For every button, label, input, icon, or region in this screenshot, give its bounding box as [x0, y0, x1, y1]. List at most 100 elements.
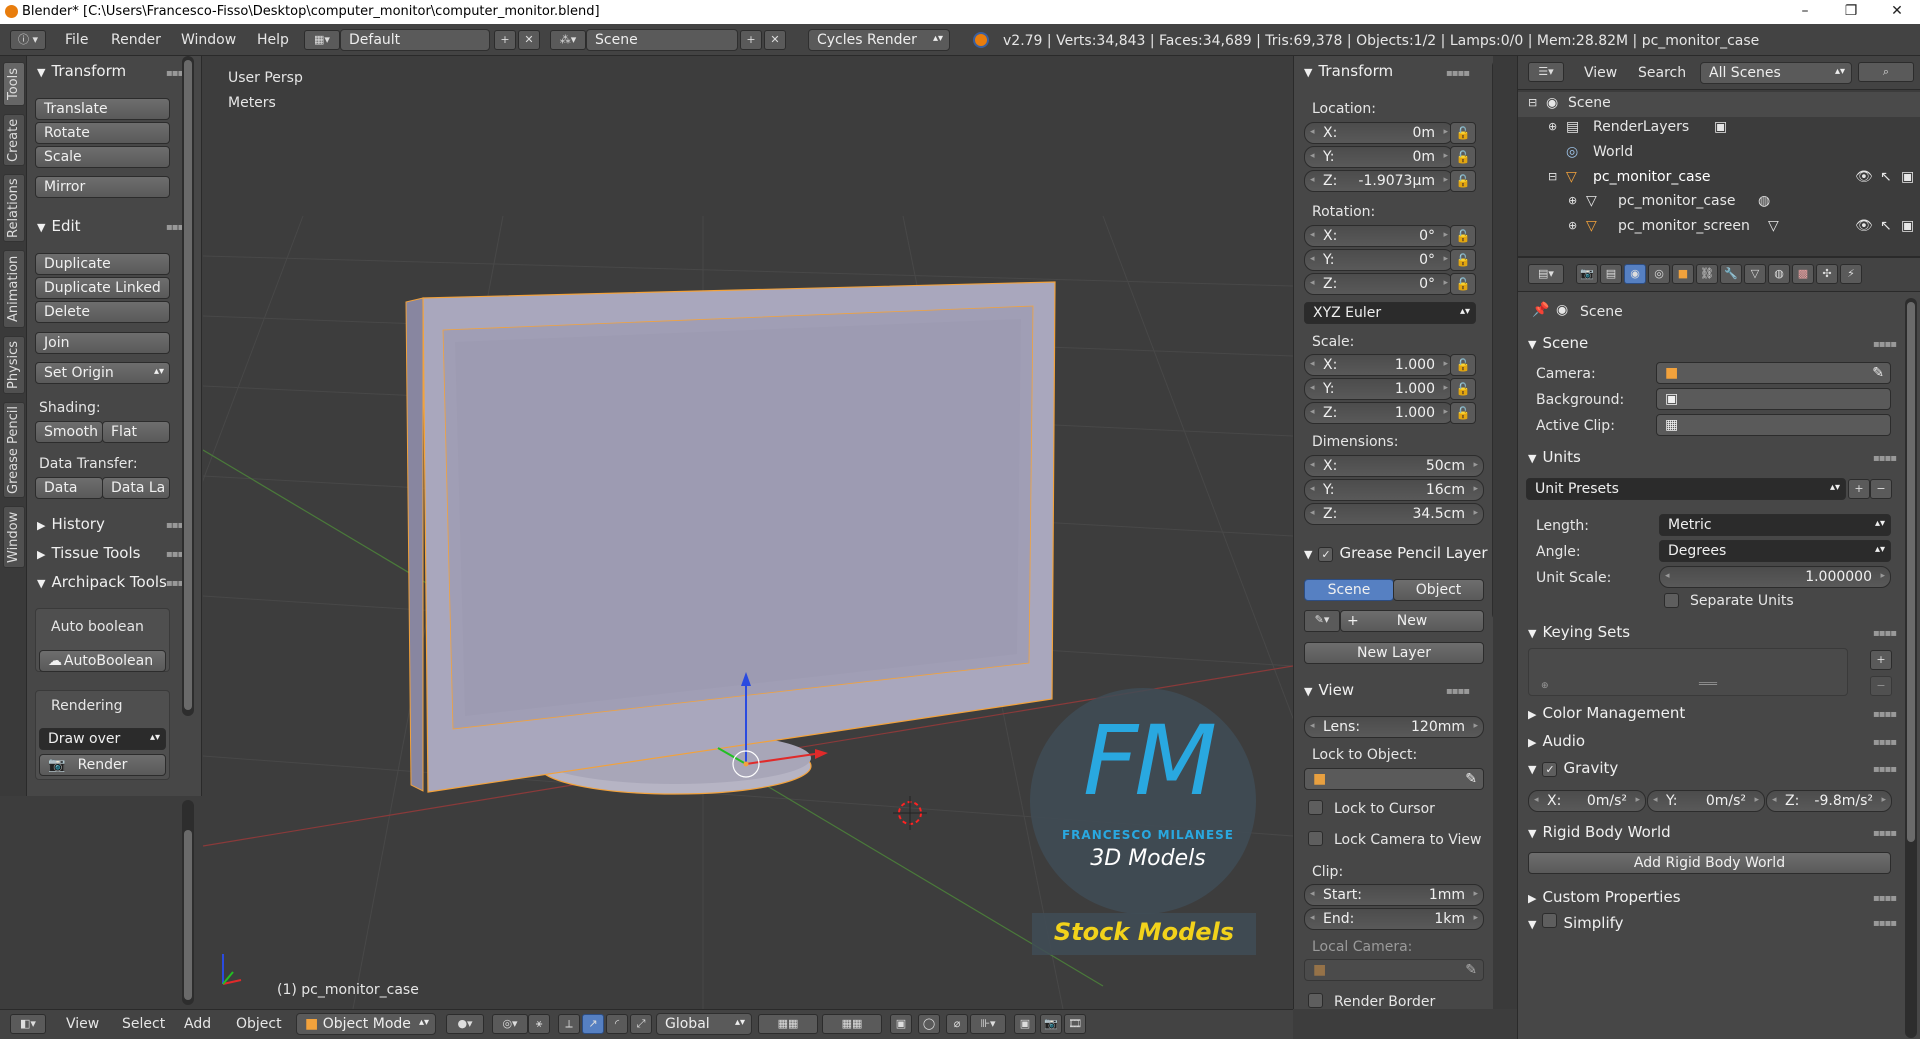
- panel-header-gravity[interactable]: ▼ ✓ Gravity: [1528, 759, 1618, 777]
- lock-scale-z-icon[interactable]: 🔓: [1450, 402, 1476, 424]
- rotate-button[interactable]: Rotate: [35, 122, 170, 144]
- lens-field[interactable]: ◂ Lens: 120mm ▸: [1304, 716, 1484, 738]
- location-z-field[interactable]: ◂ Z: -1.9073µm ▸: [1304, 170, 1454, 192]
- outliner-menu-view[interactable]: View: [1584, 65, 1617, 81]
- scale-button[interactable]: Scale: [35, 146, 170, 168]
- lock-rotation-y-icon[interactable]: 🔓: [1450, 249, 1476, 271]
- tab-animation[interactable]: Animation: [3, 250, 25, 328]
- set-origin-dropdown[interactable]: Set Origin ▴▾: [35, 362, 170, 384]
- unit-presets-dropdown[interactable]: Unit Presets ▴▾: [1526, 478, 1846, 500]
- add-layout-icon[interactable]: +: [494, 30, 516, 50]
- search-icon[interactable]: ⌕: [1858, 62, 1914, 82]
- angle-dropdown[interactable]: Degrees ▴▾: [1659, 540, 1891, 562]
- lock-location-z-icon[interactable]: 🔓: [1450, 170, 1476, 192]
- translate-manipulator-icon[interactable]: ⟂: [558, 1014, 580, 1034]
- menu-object[interactable]: Object: [236, 1016, 282, 1032]
- simplify-checkbox[interactable]: [1542, 913, 1558, 928]
- gravity-checkbox[interactable]: ✓: [1542, 762, 1558, 777]
- menu-help[interactable]: Help: [257, 32, 289, 48]
- outliner-row-pc-monitor-screen[interactable]: ⊕ ▽ pc_monitor_screen ▽ 👁 ↖ ▣: [1518, 215, 1920, 240]
- scene-dropdown[interactable]: Scene: [586, 29, 738, 51]
- scene-tab-icon[interactable]: ◉: [1624, 264, 1646, 284]
- tab-create[interactable]: Create: [3, 114, 25, 166]
- 3d-viewport[interactable]: User Persp Meters (1) pc_monitor_case FM…: [203, 56, 1293, 1009]
- panel-header-view[interactable]: ▼ View: [1304, 681, 1354, 699]
- render-engine-dropdown[interactable]: Cycles Render ▴▾: [808, 29, 950, 51]
- constraints-tab-icon[interactable]: ⛓: [1696, 264, 1718, 284]
- remove-keying-set-icon[interactable]: −: [1870, 676, 1892, 696]
- scene-layers-icon[interactable]: ▦▦: [758, 1014, 818, 1034]
- tab-window[interactable]: Window: [3, 506, 25, 568]
- render-layers-tab-icon[interactable]: ▤: [1600, 264, 1622, 284]
- world-tab-icon[interactable]: ◎: [1648, 264, 1670, 284]
- panel-header-grease-pencil[interactable]: ▼ ✓ Grease Pencil Layer: [1304, 544, 1488, 562]
- duplicate-linked-button[interactable]: Duplicate Linked: [35, 277, 170, 299]
- pencil-browse-icon[interactable]: ✎▾: [1304, 610, 1340, 632]
- panel-header-audio[interactable]: ▶ Audio: [1528, 732, 1585, 750]
- data-transfer-button[interactable]: Data: [35, 477, 103, 499]
- transform-orientation-dropdown[interactable]: Global ▴▾: [656, 1013, 752, 1035]
- list-filter-icon[interactable]: ⊕: [1541, 681, 1549, 691]
- gp-new-layer-button[interactable]: New Layer: [1304, 642, 1484, 664]
- tool-shelf-scrollbar[interactable]: [182, 56, 194, 716]
- scale-z-field[interactable]: ◂ Z: 1.000 ▸: [1304, 402, 1454, 424]
- select-cursor-icon[interactable]: ↖: [1880, 218, 1892, 234]
- outliner-row-scene[interactable]: ⊟ ◉ Scene: [1518, 92, 1920, 117]
- panel-header-transform-n[interactable]: ▼ Transform: [1304, 62, 1393, 80]
- lower-scrollbar[interactable]: [182, 800, 194, 1005]
- add-rigid-body-world-button[interactable]: Add Rigid Body World: [1528, 852, 1891, 874]
- render-image-icon[interactable]: 📷: [1040, 1014, 1062, 1034]
- data-layout-button[interactable]: Data La: [102, 477, 170, 499]
- render-camera-icon[interactable]: ▣: [1901, 218, 1914, 234]
- pivot-point-icon[interactable]: ◎▾: [492, 1014, 528, 1034]
- rotation-y-field[interactable]: ◂ Y: 0° ▸: [1304, 249, 1454, 271]
- separate-units-checkbox[interactable]: [1664, 593, 1679, 608]
- render-camera-icon[interactable]: ▣: [1901, 169, 1914, 185]
- length-dropdown[interactable]: Metric ▴▾: [1659, 514, 1891, 536]
- panel-grip-icon[interactable]: ▪▪▪▪: [1446, 686, 1470, 697]
- panel-grip-icon[interactable]: ▪▪▪▪: [1873, 737, 1897, 748]
- camera-field[interactable]: ■ ✎: [1656, 362, 1891, 384]
- panel-grip-icon[interactable]: ▪▪▪▪: [1873, 453, 1897, 464]
- tab-relations[interactable]: Relations: [3, 174, 25, 242]
- collapse-icon[interactable]: ⊟: [1528, 96, 1537, 109]
- panel-grip-icon[interactable]: ▪▪▪▪: [1446, 68, 1470, 79]
- gravity-y-field[interactable]: ◂ Y: 0m/s² ▸: [1647, 790, 1765, 812]
- panel-header-history[interactable]: ▶ History: [37, 515, 105, 533]
- mode-dropdown[interactable]: ■ Object Mode ▴▾: [296, 1013, 436, 1035]
- lock-location-y-icon[interactable]: 🔓: [1450, 146, 1476, 168]
- 3d-view-editor-icon[interactable]: ◧▾: [10, 1014, 46, 1034]
- scene-browse-icon[interactable]: ⁂▾: [550, 30, 586, 50]
- panel-header-color-management[interactable]: ▶ Color Management: [1528, 704, 1685, 722]
- modifiers-tab-icon[interactable]: 🔧: [1720, 264, 1742, 284]
- expand-icon[interactable]: ⊕: [1568, 219, 1577, 232]
- clip-start-field[interactable]: ◂ Start: 1mm ▸: [1304, 884, 1484, 906]
- outliner-filter-dropdown[interactable]: All Scenes ▴▾: [1700, 62, 1852, 84]
- list-resize-grip-icon[interactable]: ═══: [1699, 679, 1717, 690]
- panel-header-simplify[interactable]: ▼ Simplify: [1528, 913, 1624, 932]
- panel-header-custom-properties[interactable]: ▶ Custom Properties: [1528, 888, 1681, 906]
- render-border-checkbox[interactable]: [1308, 993, 1323, 1008]
- snap-element-icon[interactable]: ⊪▾: [970, 1014, 1006, 1034]
- panel-grip-icon[interactable]: ▪▪▪▪: [1873, 628, 1897, 639]
- close-button[interactable]: ✕: [1874, 0, 1920, 24]
- mirror-button[interactable]: Mirror: [35, 176, 170, 198]
- rotation-z-field[interactable]: ◂ Z: 0° ▸: [1304, 273, 1454, 295]
- menu-view[interactable]: View: [66, 1016, 99, 1032]
- panel-header-tissue[interactable]: ▶ Tissue Tools: [37, 544, 140, 562]
- data-tab-icon[interactable]: ▽: [1744, 264, 1766, 284]
- outliner-row-renderlayers[interactable]: ⊕ ▤ RenderLayers ▣: [1518, 116, 1920, 141]
- menu-render[interactable]: Render: [111, 32, 161, 48]
- panel-header-rigid-body-world[interactable]: ▼ Rigid Body World: [1528, 823, 1671, 841]
- viewport-shading-icon[interactable]: ●▾: [446, 1014, 484, 1034]
- outliner-row-pc-monitor-case[interactable]: ⊟ ▽ pc_monitor_case 👁 ↖ ▣: [1518, 166, 1920, 191]
- lock-location-x-icon[interactable]: 🔓: [1450, 122, 1476, 144]
- scale-manipulator-icon[interactable]: ⤢: [630, 1014, 652, 1034]
- monitor-mesh[interactable]: [405, 281, 1056, 795]
- proportional-edit-icon[interactable]: ◯: [918, 1014, 940, 1034]
- scale-x-field[interactable]: ◂ X: 1.000 ▸: [1304, 354, 1454, 376]
- rotate-manipulator-icon[interactable]: ◜: [606, 1014, 628, 1034]
- panel-grip-icon[interactable]: ▪▪▪▪: [1873, 764, 1897, 775]
- panel-header-transform[interactable]: ▼ Transform: [37, 62, 126, 80]
- collapse-icon[interactable]: ⊟: [1548, 170, 1557, 183]
